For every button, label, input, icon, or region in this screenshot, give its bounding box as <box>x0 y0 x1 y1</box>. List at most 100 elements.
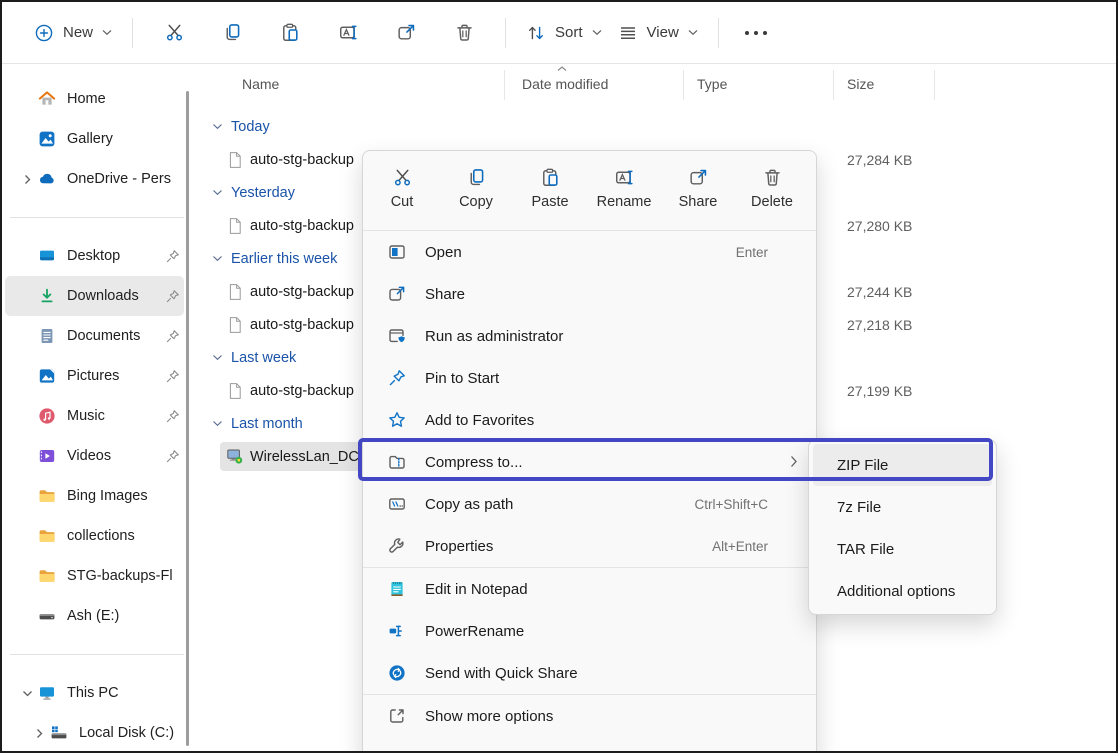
copy-quick-action[interactable]: Copy <box>439 161 513 230</box>
sort-button[interactable]: Sort <box>518 17 610 49</box>
column-header-size[interactable]: Size <box>834 65 935 103</box>
sidebar-item-label: Downloads <box>67 288 139 304</box>
sidebar-item-label: Desktop <box>67 248 121 264</box>
sidebar-item-music[interactable]: Music <box>5 396 184 436</box>
submenu-item-7z-file[interactable]: 7z File <box>813 486 992 528</box>
chevron-down-icon <box>213 256 222 262</box>
delete-quick-action[interactable]: Delete <box>735 161 809 230</box>
sidebar-divider <box>10 654 184 655</box>
sidebar-item-label: Ash (E:) <box>67 608 120 624</box>
sort-icon <box>529 26 544 39</box>
submenu-item-additional-options[interactable]: Additional options <box>813 570 992 612</box>
downloads-icon <box>37 286 57 306</box>
pin-icon <box>162 448 182 465</box>
chevron-down-icon <box>102 30 112 36</box>
paste-icon <box>542 168 558 187</box>
menu-item-powerrename[interactable]: PowerRename <box>363 610 816 652</box>
sidebar-item-ash-drive[interactable]: Ash (E:) <box>5 596 184 636</box>
new-button-label: New <box>63 24 94 41</box>
menu-item-open[interactable]: Open Enter <box>363 231 816 273</box>
column-header-type[interactable]: Type <box>684 65 834 103</box>
sidebar-item-onedrive[interactable]: OneDrive - Pers <box>5 159 184 199</box>
menu-item-run-as-administrator[interactable]: Run as administrator <box>363 315 816 357</box>
videos-icon <box>37 446 57 466</box>
sort-button-label: Sort <box>555 24 583 41</box>
sidebar-divider <box>10 217 184 218</box>
copy-button[interactable] <box>209 13 255 53</box>
sidebar-item-stg-backups[interactable]: STG-backups-Fl <box>5 556 184 596</box>
more-options-button[interactable] <box>731 30 781 35</box>
rename-icon <box>615 170 633 185</box>
paste-quick-action[interactable]: Paste <box>513 161 587 230</box>
sidebar-scrollbar[interactable] <box>186 91 189 746</box>
menu-item-send-with-quick-share[interactable]: Send with Quick Share <box>363 652 816 694</box>
column-header-date-modified[interactable]: Date modified <box>505 65 684 103</box>
rename-quick-action[interactable]: Rename <box>587 161 661 230</box>
chevron-down-icon <box>213 190 222 196</box>
delete-button[interactable] <box>441 13 487 53</box>
cut-icon <box>166 24 182 41</box>
installer-file-icon <box>227 449 243 464</box>
submenu-item-zip-file[interactable]: ZIP File <box>813 444 992 486</box>
view-button[interactable]: View <box>610 17 706 49</box>
menu-item-share[interactable]: Share <box>363 273 816 315</box>
music-icon <box>37 406 57 426</box>
rename-button[interactable] <box>325 13 371 53</box>
sidebar-item-desktop[interactable]: Desktop <box>5 236 184 276</box>
menu-item-pin-to-start[interactable]: Pin to Start <box>363 357 816 399</box>
pin-icon <box>162 328 182 345</box>
cut-button[interactable] <box>151 13 197 53</box>
sidebar-item-label: Music <box>67 408 105 424</box>
menu-item-copy-as-path[interactable]: Copy as path Ctrl+Shift+C <box>363 483 816 525</box>
chevron-right-icon[interactable] <box>17 174 37 185</box>
shortcut-label: Alt+Enter <box>712 538 768 554</box>
file-icon <box>229 283 241 300</box>
show-more-icon <box>390 709 404 723</box>
delete-icon <box>764 169 780 186</box>
sidebar-item-pictures[interactable]: Pictures <box>5 356 184 396</box>
sidebar-item-label: Documents <box>67 328 141 344</box>
column-header-row: Name Date modified Type Size <box>198 65 1114 103</box>
powerrename-icon <box>389 625 402 637</box>
file-icon <box>229 217 241 234</box>
chevron-right-icon[interactable] <box>29 728 49 739</box>
menu-item-compress-to[interactable]: Compress to... <box>363 441 816 483</box>
group-header-today[interactable]: Today <box>198 110 1114 143</box>
sidebar-item-downloads[interactable]: Downloads <box>5 276 184 316</box>
sidebar-item-collections[interactable]: collections <box>5 516 184 556</box>
submenu-item-tar-file[interactable]: TAR File <box>813 528 992 570</box>
chevron-down-icon <box>592 30 601 36</box>
share-button[interactable] <box>383 13 429 53</box>
sidebar-item-label: Bing Images <box>67 488 148 504</box>
home-icon <box>37 89 57 109</box>
share-quick-action[interactable]: Share <box>661 161 735 230</box>
sidebar-item-gallery[interactable]: Gallery <box>5 119 184 159</box>
new-button[interactable]: New <box>26 17 120 49</box>
sidebar-item-bing-images[interactable]: Bing Images <box>5 476 184 516</box>
sidebar-item-local-disk-c[interactable]: Local Disk (C:) <box>5 713 184 751</box>
command-bar: New Sort View <box>2 2 1116 64</box>
chevron-down-icon[interactable] <box>17 690 37 697</box>
toolbar-divider <box>132 17 134 48</box>
documents-icon <box>37 326 57 346</box>
chevron-down-icon <box>688 30 698 36</box>
sidebar-item-label: Local Disk (C:) <box>79 725 175 741</box>
paste-button[interactable] <box>267 13 313 53</box>
menu-item-show-more-options[interactable]: Show more options <box>363 695 816 737</box>
toolbar-divider <box>717 17 719 48</box>
sort-ascending-chevron-icon <box>557 66 567 72</box>
menu-item-properties[interactable]: Properties Alt+Enter <box>363 525 816 567</box>
sidebar-item-home[interactable]: Home <box>5 79 184 119</box>
sidebar-item-videos[interactable]: Videos <box>5 436 184 476</box>
column-header-name[interactable]: Name <box>198 65 505 103</box>
copy-path-icon <box>389 498 405 510</box>
cut-icon <box>394 169 410 186</box>
sidebar-item-label: Home <box>67 91 106 107</box>
cut-quick-action[interactable]: Cut <box>365 161 439 230</box>
menu-item-add-to-favorites[interactable]: Add to Favorites <box>363 399 816 441</box>
sidebar-item-documents[interactable]: Documents <box>5 316 184 356</box>
sidebar-item-this-pc[interactable]: This PC <box>5 673 184 713</box>
file-icon <box>229 151 241 168</box>
file-icon <box>229 382 241 399</box>
menu-item-edit-in-notepad[interactable]: Edit in Notepad <box>363 568 816 610</box>
